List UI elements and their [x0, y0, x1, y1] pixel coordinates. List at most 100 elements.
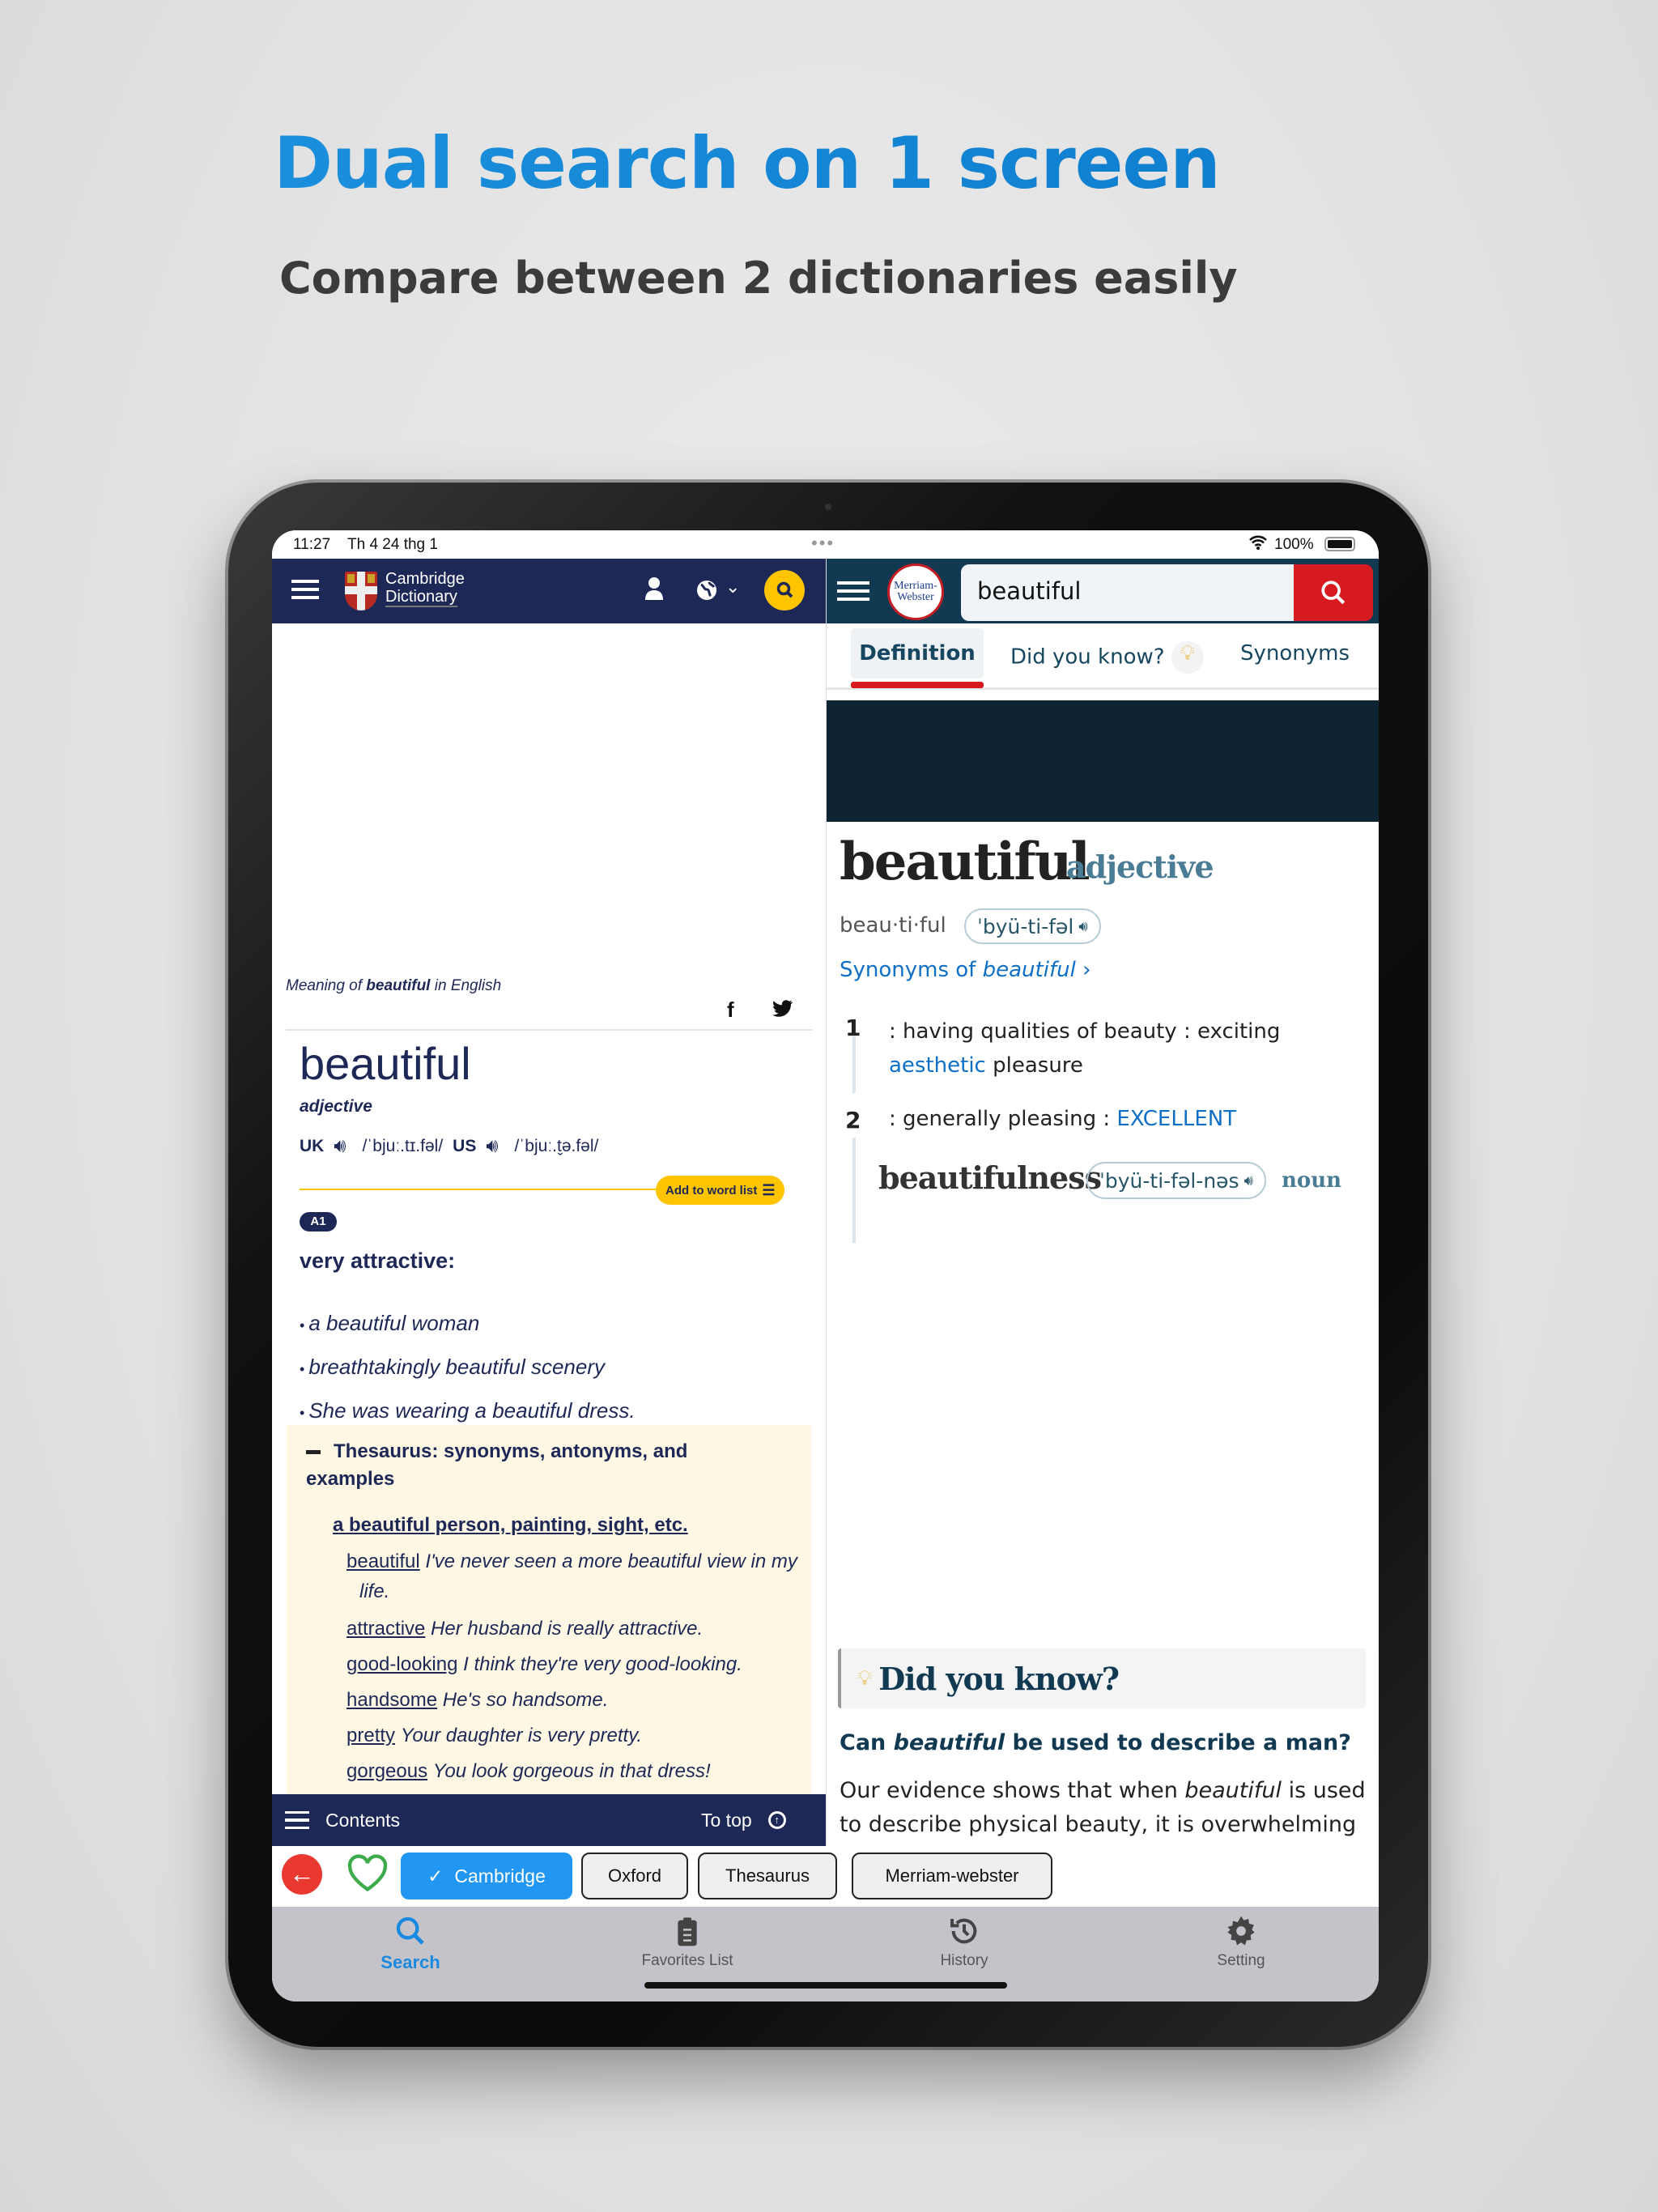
home-indicator[interactable] [644, 1982, 1007, 1989]
thesaurus-example: Her husband is really attractive. [431, 1618, 704, 1640]
twitter-icon[interactable] [772, 1000, 793, 1022]
mw-search-input[interactable]: beautiful [961, 564, 1294, 621]
mw-pronunciation-button[interactable]: ˈbyü-ti-fəl 🔊︎ [964, 908, 1101, 944]
logo-line-2: Webster [897, 591, 934, 603]
tab-synonyms[interactable]: Synonyms [1240, 641, 1350, 666]
meaning-prefix: Meaning of [286, 977, 367, 994]
multitask-dots[interactable]: ••• [811, 533, 835, 554]
thesaurus-entry: beautiful I've never seen a more beautif… [346, 1546, 808, 1606]
cambridge-headword: beautiful [300, 1038, 471, 1089]
mw-menu-icon[interactable] [837, 581, 869, 601]
user-icon[interactable] [644, 576, 664, 605]
thesaurus-group-link[interactable]: a beautiful person, painting, sight, etc… [333, 1514, 792, 1537]
uk-ipa: /ˈbjuː.tɪ.fəl/ [362, 1137, 444, 1155]
search-button[interactable] [764, 570, 805, 610]
active-tab-indicator [851, 682, 984, 688]
example-item: • a beautiful woman [300, 1311, 480, 1335]
tab-history[interactable]: History [826, 1915, 1103, 1970]
chip-thesaurus[interactable]: Thesaurus [698, 1853, 837, 1899]
back-button[interactable]: ← [282, 1854, 322, 1895]
meaning-label: Meaning of beautiful in English [286, 977, 501, 995]
chip-oxford[interactable]: Oxford [581, 1853, 688, 1899]
p-1a: Our evidence shows that when [840, 1778, 1185, 1803]
tab-search[interactable]: Search [272, 1915, 549, 1973]
q-pre: Can [840, 1730, 894, 1755]
pron-text: ˈbyü-ti-fəl [977, 914, 1074, 938]
thesaurus-word-link[interactable]: pretty [346, 1725, 395, 1746]
tab-did-you-know[interactable]: Did you know? 💡︎ [1010, 641, 1204, 674]
us-ipa: /ˈbjuː.t̬ə.fəl/ [514, 1137, 599, 1155]
mw-tabs: Definition Did you know? 💡︎ Synonyms [826, 625, 1379, 690]
thesaurus-word-link[interactable]: good-looking [346, 1653, 457, 1675]
add-to-word-list-button[interactable]: Add to word list ☰ [656, 1176, 785, 1205]
dyk-paragraph: Our evidence shows that when beautiful i… [840, 1774, 1366, 1842]
thesaurus-example: He's so handsome. [442, 1689, 609, 1711]
mw-search-button[interactable] [1294, 564, 1373, 621]
meaning-suffix: in English [430, 977, 502, 994]
thesaurus-toggle[interactable]: Thesaurus: synonyms, antonyms, and examp… [306, 1438, 743, 1493]
status-time: 11:27 [293, 536, 331, 553]
thesaurus-word-link[interactable]: handsome [346, 1689, 437, 1711]
p-1c: is used [1282, 1778, 1366, 1803]
thesaurus-example: I think they're very good-looking. [463, 1653, 742, 1675]
ad-banner [826, 700, 1379, 822]
us-audio-icon[interactable]: 🔊︎ [486, 1135, 498, 1158]
example-list: • a beautiful woman • breathtakingly bea… [300, 1303, 636, 1434]
dyk-line: Our evidence shows that when beautiful i… [840, 1774, 1366, 1808]
favorite-button[interactable] [346, 1854, 389, 1897]
mw-pos[interactable]: adjective [1066, 849, 1214, 885]
mw-header: Merriam- Webster beautiful [826, 559, 1379, 623]
uk-audio-icon[interactable]: 🔊︎ [334, 1135, 346, 1158]
camera [825, 504, 831, 510]
to-top-button[interactable]: To top ↑ [701, 1802, 786, 1838]
search-icon [396, 1916, 424, 1945]
pane-divider[interactable] [826, 559, 827, 1846]
globe-icon[interactable] [696, 580, 717, 605]
search-icon [1321, 581, 1346, 605]
derived-pos: noun [1282, 1168, 1342, 1193]
thesaurus-entry: good-looking I think they're very good-l… [346, 1647, 808, 1682]
sense-1-link[interactable]: aesthetic [889, 1053, 986, 1078]
thesaurus-entry: pretty Your daughter is very pretty. [346, 1718, 808, 1754]
example-text: She was wearing a beautiful dress. [308, 1398, 636, 1423]
gear-icon [1227, 1916, 1255, 1946]
contents-button[interactable]: Contents [285, 1802, 400, 1838]
p-1b: beautiful [1184, 1778, 1282, 1803]
tab-did-you-know-label: Did you know? [1010, 644, 1165, 670]
cambridge-header: Cambridge Dictionary ⌄ [272, 559, 826, 623]
collapse-icon[interactable] [306, 1450, 321, 1455]
synonyms-link[interactable]: Synonyms of beautiful › [840, 958, 1090, 982]
sense-number: 1 [845, 1015, 861, 1041]
tab-favorites[interactable]: Favorites List [549, 1915, 826, 1970]
thesaurus-word-link[interactable]: attractive [346, 1618, 425, 1640]
thesaurus-word-link[interactable]: beautiful [346, 1551, 420, 1572]
level-badge: A1 [300, 1212, 337, 1231]
mw-logo[interactable]: Merriam- Webster [887, 564, 944, 620]
sense-1-text: : having qualities of beauty : exciting [889, 1019, 1281, 1044]
audio-icon: 🔊︎ [1078, 917, 1088, 935]
tab-definition[interactable]: Definition [851, 628, 984, 678]
tab-search-label: Search [380, 1952, 440, 1972]
check-icon: ✓ [427, 1865, 444, 1887]
q-post: be used to describe a man? [1005, 1730, 1351, 1755]
sense-2-link[interactable]: EXCELLENT [1116, 1107, 1236, 1131]
language-chevron-icon[interactable]: ⌄ [725, 576, 740, 598]
chip-merriam-webster[interactable]: Merriam-webster [852, 1853, 1052, 1899]
dyk-question: Can beautiful be used to describe a man? [840, 1730, 1351, 1755]
thesaurus-word-link[interactable]: gorgeous [346, 1760, 427, 1782]
logo-line-1: Merriam- [894, 580, 937, 592]
derived-pronunciation-button[interactable]: ˈbyü-ti-fəl-nəs 🔊︎ [1086, 1162, 1266, 1199]
yellow-rule [300, 1189, 656, 1190]
tab-history-label: History [940, 1952, 988, 1969]
chip-cambridge[interactable]: ✓ Cambridge [401, 1853, 572, 1899]
facebook-icon[interactable]: f [727, 998, 734, 1023]
meaning-word: beautiful [366, 977, 431, 994]
status-bar: 11:27 Th 4 24 thg 1 ••• 100% [272, 530, 1379, 559]
sense-rule [852, 1138, 856, 1243]
tab-setting[interactable]: Setting [1103, 1915, 1379, 1970]
menu-icon[interactable] [291, 580, 319, 599]
promo-subhead: Compare between 2 dictionaries easily [279, 253, 1238, 304]
synonyms-prefix: Synonyms of [840, 958, 983, 982]
thesaurus-entry: attractive Her husband is really attract… [346, 1611, 808, 1647]
cambridge-brand[interactable]: Cambridge Dictionary [385, 570, 465, 607]
